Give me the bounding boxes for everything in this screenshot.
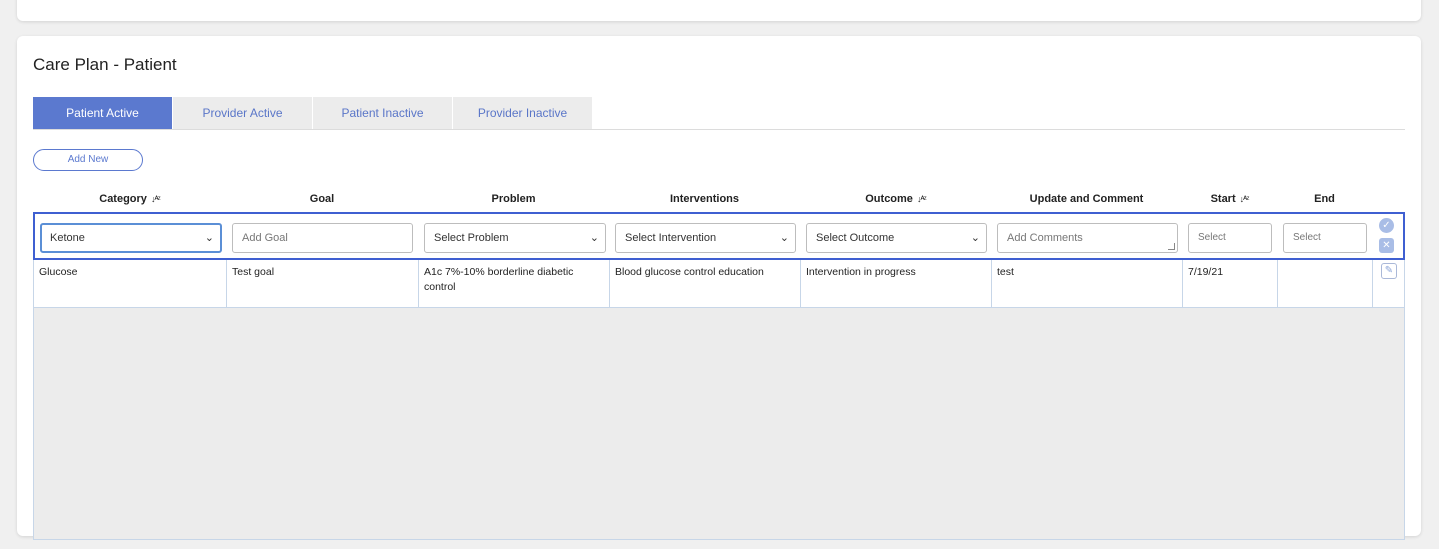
sort-icon[interactable]: ↓ᴬᶻ <box>151 194 161 204</box>
start-date-input[interactable]: Select <box>1188 223 1272 253</box>
chevron-down-icon: ⌄ <box>970 232 980 244</box>
table-header: Category ↓ᴬᶻ Goal Problem Interventions O… <box>33 186 1405 212</box>
tab-patient-inactive[interactable]: Patient Inactive <box>313 97 452 129</box>
pencil-icon[interactable]: ✎ <box>1381 263 1397 279</box>
cell-problem: A1c 7%-10% borderline diabetic control <box>419 260 610 307</box>
problem-select[interactable]: Select Problem ⌄ <box>424 223 606 253</box>
column-header-update-comment: Update and Comment <box>1029 193 1144 205</box>
tab-bar: Patient Active Provider Active Patient I… <box>33 97 1405 130</box>
cell-end <box>1278 260 1373 307</box>
previous-card <box>17 0 1421 21</box>
column-header-category[interactable]: Category ↓ᴬᶻ <box>33 186 226 212</box>
column-header-outcome[interactable]: Outcome ↓ᴬᶻ <box>800 186 991 212</box>
comments-placeholder: Add Comments <box>1007 232 1083 244</box>
table-body: Glucose Test goal A1c 7%-10% borderline … <box>33 260 1405 540</box>
intervention-select[interactable]: Select Intervention ⌄ <box>615 223 796 253</box>
sort-icon[interactable]: ↓ᴬᶻ <box>1240 194 1250 204</box>
new-entry-row: Ketone ⌄ Add Goal Select Problem ⌄ Selec… <box>33 212 1405 260</box>
tab-provider-inactive[interactable]: Provider Inactive <box>453 97 592 129</box>
end-date-input[interactable]: Select <box>1283 223 1367 253</box>
column-header-end: End <box>1314 193 1335 205</box>
resize-handle-icon[interactable] <box>1168 243 1175 250</box>
outcome-select-value: Select Outcome <box>816 232 895 244</box>
cell-category: Glucose <box>34 260 227 307</box>
sort-icon[interactable]: ↓ᴬᶻ <box>917 194 927 204</box>
cell-comment: test <box>992 260 1183 307</box>
column-label: Outcome <box>865 193 913 205</box>
problem-select-value: Select Problem <box>434 232 509 244</box>
table-row: Glucose Test goal A1c 7%-10% borderline … <box>34 260 1404 308</box>
category-select-value: Ketone <box>50 232 85 244</box>
goal-input[interactable]: Add Goal <box>232 223 413 253</box>
intervention-select-value: Select Intervention <box>625 232 717 244</box>
comments-textarea[interactable]: Add Comments <box>997 223 1178 253</box>
add-new-button[interactable]: Add New <box>33 149 143 171</box>
cell-outcome: Intervention in progress <box>801 260 992 307</box>
column-header-problem: Problem <box>491 193 536 205</box>
tab-provider-active[interactable]: Provider Active <box>173 97 312 129</box>
column-label: Category <box>99 193 147 205</box>
column-label: Start <box>1210 193 1236 205</box>
save-icon[interactable]: ✓ <box>1379 218 1394 233</box>
tab-patient-active[interactable]: Patient Active <box>33 97 172 129</box>
outcome-select[interactable]: Select Outcome ⌄ <box>806 223 987 253</box>
card-title: Care Plan - Patient <box>33 55 177 74</box>
close-icon[interactable]: ✕ <box>1379 238 1394 253</box>
chevron-down-icon: ⌄ <box>589 232 599 244</box>
chevron-down-icon: ⌄ <box>204 232 214 244</box>
cell-goal: Test goal <box>227 260 419 307</box>
category-select[interactable]: Ketone ⌄ <box>40 223 222 253</box>
column-header-interventions: Interventions <box>669 193 740 205</box>
column-header-goal: Goal <box>309 193 335 205</box>
cell-interventions: Blood glucose control education <box>610 260 801 307</box>
cell-start: 7/19/21 <box>1183 260 1278 307</box>
care-plan-card: Care Plan - Patient Patient Active Provi… <box>17 36 1421 540</box>
chevron-down-icon: ⌄ <box>779 232 789 244</box>
care-plan-table: Category ↓ᴬᶻ Goal Problem Interventions O… <box>33 186 1405 540</box>
column-header-start[interactable]: Start ↓ᴬᶻ <box>1182 186 1277 212</box>
